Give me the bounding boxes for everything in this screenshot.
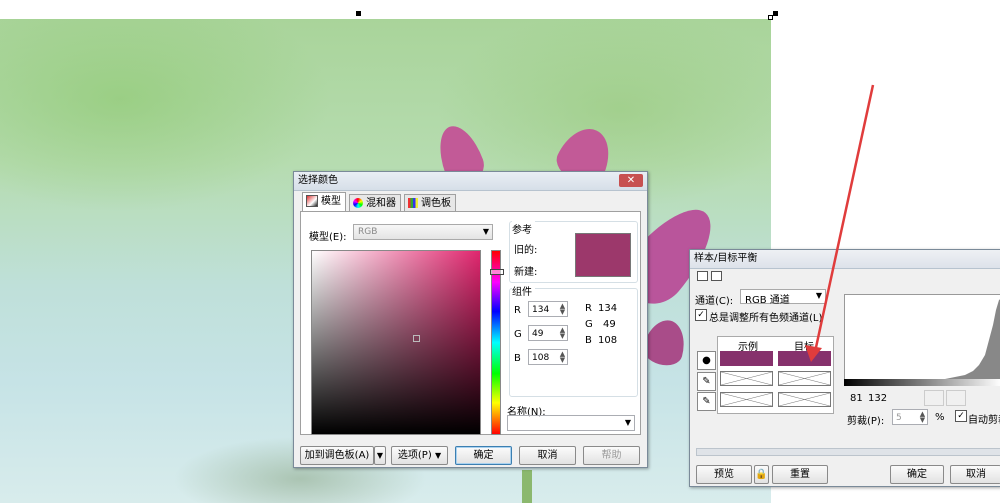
chevron-down-icon: ▼ bbox=[815, 291, 822, 300]
spinner-icon[interactable]: ▲ ▼ bbox=[559, 327, 566, 340]
b-input[interactable]: 108 ▲ ▼ bbox=[528, 349, 568, 365]
model-icon bbox=[306, 195, 318, 207]
reference-group: 参考 旧的: 新建: bbox=[509, 221, 638, 283]
always-adjust-checkbox[interactable]: ✓ bbox=[695, 309, 707, 321]
chevron-down-icon: ▼ bbox=[482, 227, 489, 236]
model-select[interactable]: RGB ▼ bbox=[353, 224, 493, 240]
new-label: 新建: bbox=[514, 267, 538, 278]
eyedropper-plus-icon[interactable]: ✎ bbox=[697, 372, 716, 391]
lock-button[interactable]: 🔒 bbox=[754, 465, 769, 484]
empty-sample-swatch[interactable] bbox=[720, 392, 773, 407]
color-picker-cursor[interactable] bbox=[413, 335, 420, 342]
component-b-label: B bbox=[514, 353, 521, 364]
model-label: 模型(E): bbox=[309, 232, 347, 243]
component-g-label: G bbox=[514, 329, 522, 340]
palette-icon bbox=[408, 198, 418, 208]
tab-palette[interactable]: 调色板 bbox=[404, 194, 456, 212]
target-swatch[interactable] bbox=[778, 351, 831, 366]
view-toggle-icon[interactable] bbox=[711, 271, 722, 281]
clip-label: 剪裁(P): bbox=[847, 416, 885, 427]
old-label: 旧的: bbox=[514, 245, 538, 256]
tab-panel: 模型(E): RGB ▼ 参考 旧的: 新建: 组件 R 134 ▲ ▼ G 49 ▲… bbox=[300, 211, 641, 435]
help-button[interactable]: 帮助 bbox=[583, 446, 640, 465]
selection-handle[interactable] bbox=[773, 11, 778, 16]
add-to-palette-dropdown[interactable]: ▼ bbox=[374, 446, 386, 465]
clip-input[interactable]: 5 ▲ ▼ bbox=[892, 409, 928, 425]
spinner-icon[interactable]: ▲ ▼ bbox=[919, 411, 926, 424]
chevron-down-icon: ▼ bbox=[434, 451, 442, 460]
lotus-stem bbox=[522, 470, 532, 503]
hue-slider[interactable] bbox=[490, 250, 504, 435]
scrollbar[interactable] bbox=[696, 448, 1000, 456]
close-icon[interactable]: ✕ bbox=[619, 174, 643, 187]
channel-select[interactable]: RGB 通道 ▼ bbox=[740, 289, 826, 306]
chevron-down-icon: ▼ bbox=[376, 451, 384, 460]
cancel-button[interactable]: 取消 bbox=[950, 465, 1000, 484]
lock-icon: 🔒 bbox=[755, 469, 768, 480]
histogram bbox=[844, 294, 1000, 380]
cancel-button[interactable]: 取消 bbox=[519, 446, 576, 465]
mixer-icon bbox=[353, 198, 363, 208]
auto-clip-label: 自动剪裁 bbox=[968, 415, 1000, 426]
tab-mixer[interactable]: 混和器 bbox=[349, 194, 401, 212]
balance-dialog-titlebar[interactable]: 样本/目标平衡 bbox=[690, 250, 1000, 269]
spinner-icon[interactable]: ▲ ▼ bbox=[559, 351, 566, 364]
histogram-graph bbox=[845, 299, 1000, 379]
color-field[interactable] bbox=[311, 250, 481, 435]
eyedropper-sample-icon[interactable]: ● bbox=[697, 351, 716, 370]
ok-button[interactable]: 确定 bbox=[890, 465, 944, 484]
selection-handle[interactable] bbox=[356, 11, 361, 16]
color-dialog-title: 选择颜色 bbox=[298, 175, 338, 186]
reset-button[interactable]: 重置 bbox=[772, 465, 828, 484]
options-button[interactable]: 选项(P) ▼ bbox=[391, 446, 448, 465]
name-select[interactable]: ▼ bbox=[507, 415, 635, 431]
balance-dialog: 样本/目标平衡 通道(C): RGB 通道 ▼ ✓ 总是调整所有色频通道(L) … bbox=[689, 249, 1000, 487]
histogram-gradient-bar bbox=[844, 379, 1000, 386]
components-group: 组件 R 134 ▲ ▼ G 49 ▲ ▼ B 108 ▲ ▼ R 134 G 49 B 1… bbox=[509, 283, 638, 397]
hue-slider-handle[interactable] bbox=[490, 269, 504, 275]
add-to-palette-button[interactable]: 加到调色板(A) bbox=[300, 446, 374, 465]
color-dialog: 选择颜色 ✕ 模型 混和器 调色板 模型(E): RGB ▼ 参考 旧的: 新建… bbox=[293, 171, 648, 468]
histogram-low-field[interactable] bbox=[924, 390, 944, 406]
color-dialog-titlebar[interactable]: 选择颜色 ✕ bbox=[294, 172, 647, 191]
color-swatch-old-new bbox=[575, 233, 631, 277]
ok-button[interactable]: 确定 bbox=[455, 446, 512, 465]
empty-target-swatch[interactable] bbox=[778, 392, 831, 407]
preview-button[interactable]: 预览 bbox=[696, 465, 752, 484]
component-r-label: R bbox=[514, 305, 521, 316]
g-input[interactable]: 49 ▲ ▼ bbox=[528, 325, 568, 341]
empty-target-swatch[interactable] bbox=[778, 371, 831, 386]
auto-clip-checkbox[interactable]: ✓ bbox=[955, 410, 967, 422]
tab-model[interactable]: 模型 bbox=[302, 192, 346, 212]
sample-swatch[interactable] bbox=[720, 351, 773, 366]
eyedropper-target-icon[interactable]: ✎ bbox=[697, 392, 716, 411]
selection-handle-small[interactable] bbox=[768, 15, 773, 20]
histogram-high-field[interactable] bbox=[946, 390, 966, 406]
empty-sample-swatch[interactable] bbox=[720, 371, 773, 386]
spinner-icon[interactable]: ▲ ▼ bbox=[559, 303, 566, 316]
r-input[interactable]: 134 ▲ ▼ bbox=[528, 301, 568, 317]
view-toggle-icon[interactable] bbox=[697, 271, 708, 281]
sample-target-table: 示例 目标 bbox=[717, 336, 834, 414]
chevron-down-icon: ▼ bbox=[624, 418, 631, 427]
always-adjust-label: 总是调整所有色频通道(L) bbox=[709, 313, 823, 324]
balance-dialog-title: 样本/目标平衡 bbox=[694, 253, 758, 264]
channel-label: 通道(C): bbox=[695, 296, 734, 307]
